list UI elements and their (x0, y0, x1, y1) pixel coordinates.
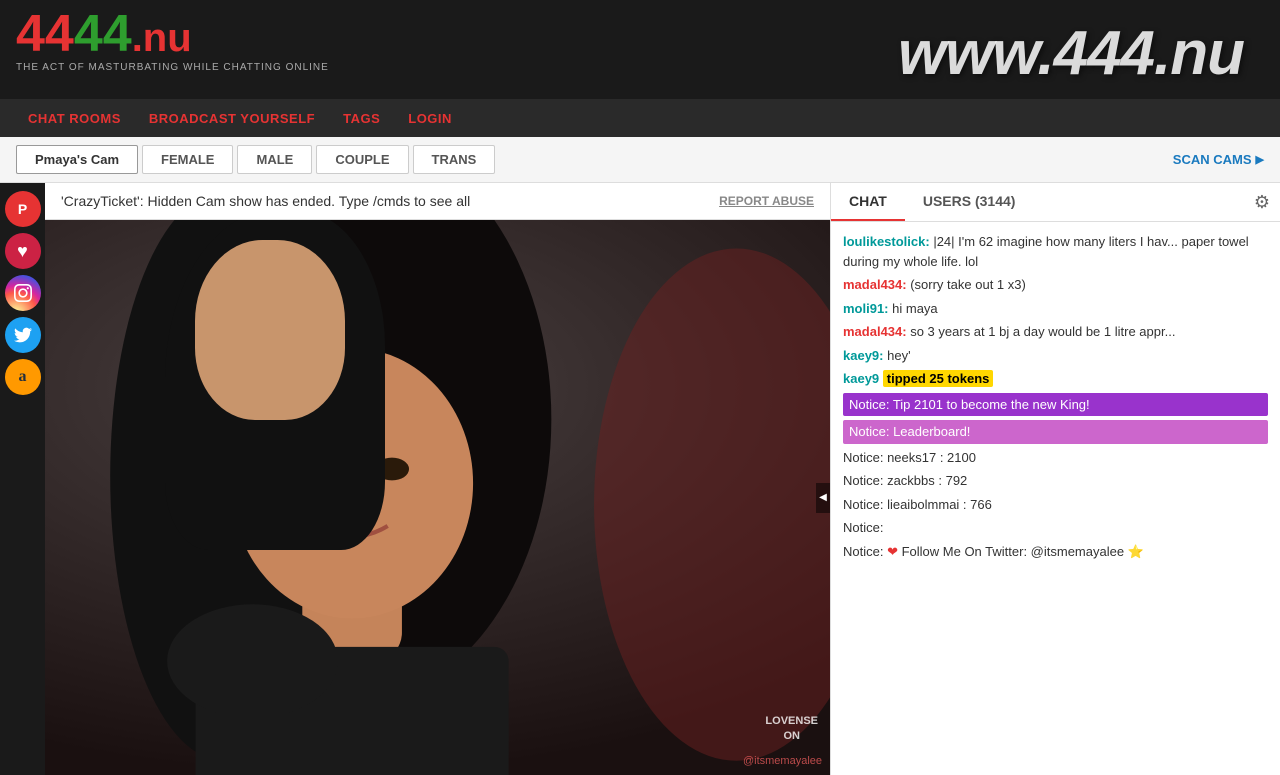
username[interactable]: madal434: (843, 324, 907, 339)
lovense-badge: LOVENSE ON (765, 714, 818, 743)
chat-messages: loulikestolick: |24| I'm 62 imagine how … (831, 222, 1280, 775)
tab-chat[interactable]: CHAT (831, 183, 905, 221)
tip-username[interactable]: kaey9 (843, 371, 879, 386)
scan-cams-button[interactable]: SCAN CAMS (1173, 152, 1264, 167)
heart-favorite-icon[interactable]: ♥ (5, 233, 41, 269)
expand-button[interactable]: ◀ (816, 483, 830, 513)
message-text: hi maya (892, 301, 938, 316)
chat-settings-icon[interactable]: ⚙ (1254, 192, 1270, 213)
patreon-icon[interactable]: P (5, 191, 41, 227)
twitter-icon[interactable] (5, 317, 41, 353)
username[interactable]: kaey9: (843, 348, 883, 363)
chat-panel: CHAT USERS (3144) ⚙ loulikestolick: |24|… (830, 183, 1280, 775)
sidebar: P ♥ a (0, 183, 45, 775)
message-text: so 3 years at 1 bj a day would be 1 litr… (910, 324, 1175, 339)
tab-users[interactable]: USERS (3144) (905, 183, 1034, 221)
notice-twitter: Notice: ❤ Follow Me On Twitter: @itsmema… (843, 542, 1268, 562)
chat-message: moli91: hi maya (843, 299, 1268, 319)
tab-pmaya-cam[interactable]: Pmaya's Cam (16, 145, 138, 174)
nav-login[interactable]: LOGIN (396, 103, 464, 134)
tab-male[interactable]: MALE (237, 145, 312, 174)
video-area: 'CrazyTicket': Hidden Cam show has ended… (45, 183, 830, 775)
notice-blank: Notice: (843, 518, 1268, 538)
chat-message: loulikestolick: |24| I'm 62 imagine how … (843, 232, 1268, 271)
chat-header: CHAT USERS (3144) ⚙ (831, 183, 1280, 222)
username[interactable]: madal434: (843, 277, 907, 292)
notice-text: Notice: lieaibolmmai : 766 (843, 495, 1268, 515)
main-content: P ♥ a 'CrazyTicket': Hidden Cam show has… (0, 183, 1280, 775)
tab-trans[interactable]: TRANS (413, 145, 496, 174)
hidden-cam-message: 'CrazyTicket': Hidden Cam show has ended… (61, 193, 470, 209)
nav-tags[interactable]: TAGS (331, 103, 392, 134)
logo[interactable]: 4444.nu (16, 8, 329, 60)
tip-text: tipped 25 tokens (883, 370, 994, 387)
chat-message: kaey9: hey' (843, 346, 1268, 366)
username[interactable]: loulikestolick: (843, 234, 930, 249)
video-frame (45, 220, 830, 775)
notice-lieai: Notice: lieaibolmmai : 766 (843, 495, 1268, 515)
amazon-icon[interactable]: a (5, 359, 41, 395)
notice-text: Notice: Tip 2101 to become the new King! (843, 393, 1268, 417)
message-bar: 'CrazyTicket': Hidden Cam show has ended… (45, 183, 830, 220)
logo-4s-green: 44 (74, 8, 132, 60)
tip-notification: kaey9 tipped 25 tokens (843, 369, 1268, 389)
message-text: hey' (887, 348, 910, 363)
notice-text: Notice: Leaderboard! (843, 420, 1268, 444)
nav-broadcast[interactable]: BROADCAST YOURSELF (137, 103, 327, 134)
chat-message: madal434: (sorry take out 1 x3) (843, 275, 1268, 295)
username[interactable]: moli91: (843, 301, 889, 316)
logo-nu: .nu (132, 18, 192, 58)
watermark: www.444.nu (878, 8, 1264, 99)
notice-text: Notice: neeks17 : 2100 (843, 448, 1268, 468)
report-abuse-button[interactable]: REPORT ABUSE (719, 194, 814, 208)
tabs-bar: Pmaya's Cam FEMALE MALE COUPLE TRANS SCA… (0, 137, 1280, 183)
logo-area: 4444.nu THE ACT OF MASTURBATING WHILE CH… (16, 8, 329, 79)
notice-neeks: Notice: neeks17 : 2100 (843, 448, 1268, 468)
notice-zack: Notice: zackbbs : 792 (843, 471, 1268, 491)
notice-text: Notice: zackbbs : 792 (843, 471, 1268, 491)
notice-king: Notice: Tip 2101 to become the new King! (843, 393, 1268, 417)
navigation: CHAT ROOMS BROADCAST YOURSELF TAGS LOGIN (0, 99, 1280, 137)
message-text: (sorry take out 1 x3) (910, 277, 1026, 292)
logo-4s: 44 (16, 8, 74, 60)
watermark-cam: @itsmemayalee (743, 755, 822, 767)
notice-text: Notice: (843, 518, 1268, 538)
category-tabs: Pmaya's Cam FEMALE MALE COUPLE TRANS (16, 145, 495, 174)
header: 4444.nu THE ACT OF MASTURBATING WHILE CH… (0, 0, 1280, 99)
chat-message: madal434: so 3 years at 1 bj a day would… (843, 322, 1268, 342)
notice-text: Notice: ❤ Follow Me On Twitter: @itsmema… (843, 542, 1268, 562)
instagram-icon[interactable] (5, 275, 41, 311)
tab-female[interactable]: FEMALE (142, 145, 233, 174)
nav-chat-rooms[interactable]: CHAT ROOMS (16, 103, 133, 134)
tagline: THE ACT OF MASTURBATING WHILE CHATTING O… (16, 62, 329, 73)
video-container[interactable]: LOVENSE ON @itsmemayalee ◀ (45, 220, 830, 775)
notice-leaderboard: Notice: Leaderboard! (843, 420, 1268, 444)
tab-couple[interactable]: COUPLE (316, 145, 408, 174)
